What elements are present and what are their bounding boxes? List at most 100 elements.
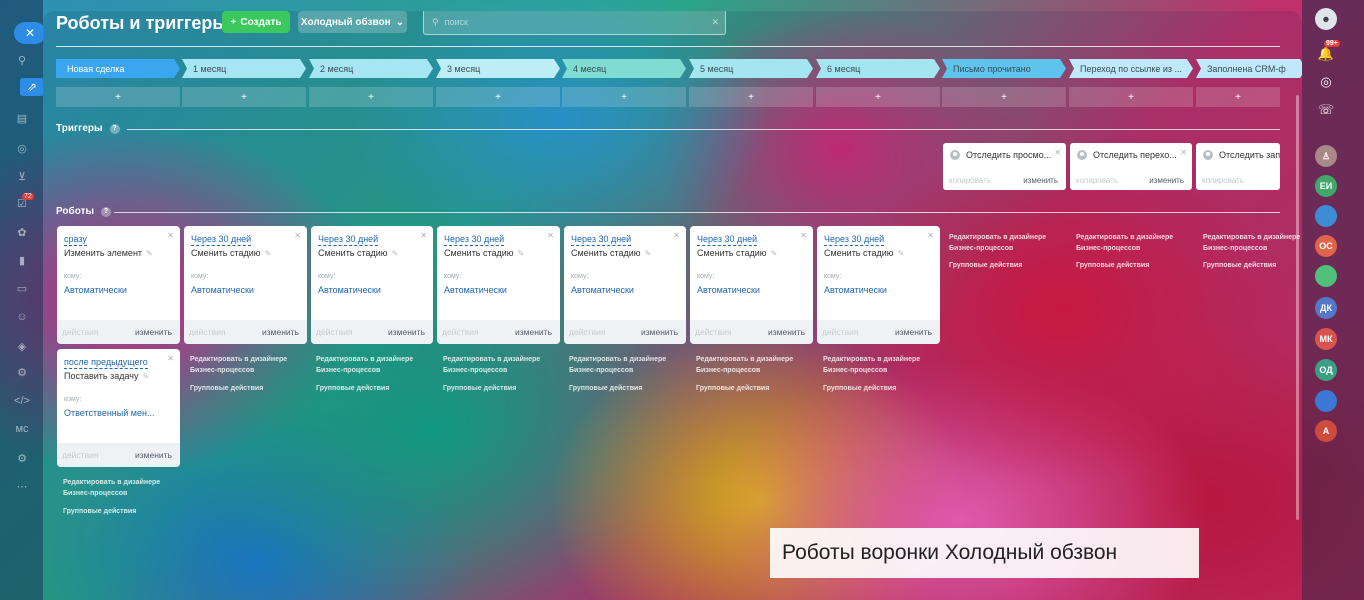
stage-2[interactable]: 2 месяц [309,59,433,78]
contact-avatar[interactable] [1315,205,1337,227]
robot-delay[interactable]: Через 30 дней [444,234,505,246]
close-icon[interactable]: ✕ [673,231,680,240]
robot-card[interactable]: Через 30 дней ✕ Сменить стадию ✎ кому: Ав… [437,226,560,344]
search-input[interactable]: ⚲ поиск ✕ [423,11,726,35]
contact-avatar[interactable] [1315,265,1337,287]
designer-link[interactable]: Редактировать в дизайнере Бизнес-процессо… [190,354,287,376]
close-icon[interactable]: ✕ [294,231,301,240]
trigger-card[interactable]: Отследить перехо... ✕ копировать изменить [1070,143,1192,190]
designer-link[interactable]: Редактировать в дизайнере Бизнес-процессо… [823,354,920,376]
funnel-select[interactable]: Холодный обзвон ⌄ [298,11,407,33]
pencil-icon[interactable]: ✎ [645,249,652,258]
external-link-icon[interactable]: ⇗ [20,78,44,96]
designer-link[interactable]: Редактировать в дизайнере Бизнес-процессо… [569,354,666,376]
robot-responsible[interactable]: Ответственный мен... [64,408,154,418]
market-icon[interactable]: мс [14,422,30,436]
group-actions-link[interactable]: Групповые действия [569,385,642,392]
close-icon[interactable]: ✕ [420,231,427,240]
pencil-icon[interactable]: ✎ [771,249,778,258]
add-stage-button[interactable]: + [1069,87,1193,107]
robot-responsible[interactable]: Автоматически [697,285,760,295]
edit-link[interactable]: изменить [262,327,299,337]
designer-link[interactable]: Редактировать в дизайнере Бизнес-процессо… [443,354,540,376]
group-actions-link[interactable]: Групповые действия [190,385,263,392]
stage-9[interactable]: Заполнена CRM-ф [1196,59,1302,78]
shop-icon[interactable]: ▤ [14,112,30,126]
add-stage-button[interactable]: + [56,87,180,107]
contact-avatar[interactable]: ♙ [1315,145,1337,167]
robot-card[interactable]: Через 30 дней ✕ Сменить стадию ✎ кому: Ав… [564,226,686,344]
close-icon[interactable]: ✕ [927,231,934,240]
add-stage-button[interactable]: + [816,87,940,107]
designer-link[interactable]: Редактировать в дизайнере Бизнес-процессо… [63,477,160,499]
robot-responsible[interactable]: Автоматически [444,285,507,295]
group-actions-link[interactable]: Групповые действия [696,385,769,392]
stage-1[interactable]: 1 месяц [182,59,306,78]
create-button[interactable]: + Создать [222,11,290,33]
stage-5[interactable]: 5 месяц [689,59,813,78]
chat-icon[interactable]: ☏ [1316,100,1336,120]
stage-8[interactable]: Переход по ссылке из ... [1069,59,1193,78]
robot-card[interactable]: Через 30 дней ✕ Сменить стадию ✎ кому: Ав… [817,226,940,344]
contact-avatar[interactable]: ЕИ [1315,175,1337,197]
contact-avatar[interactable]: ОД [1315,359,1337,381]
copy-link[interactable]: копировать [1076,176,1118,185]
edit-link[interactable]: изменить [768,327,805,337]
stage-7[interactable]: Письмо прочитано [942,59,1066,78]
designer-link[interactable]: Редактировать в дизайнере Бизнес-процессо… [949,232,1046,254]
help-icon[interactable]: ? [109,123,120,134]
robot-card[interactable]: Через 30 дней ✕ Сменить стадию ✎ кому: Ав… [184,226,307,344]
link-icon[interactable]: ⚲ [14,54,30,68]
actions-link[interactable]: действия [822,327,858,337]
close-icon[interactable]: ✕ [167,231,174,240]
pencil-icon[interactable]: ✎ [146,249,153,258]
bell-icon[interactable]: 🔔 [1316,44,1336,64]
contact-avatar[interactable] [1315,390,1337,412]
actions-link[interactable]: действия [62,327,98,337]
robot-delay[interactable]: после предыдущего [64,357,148,369]
pencil-icon[interactable]: ✎ [392,249,399,258]
edit-link[interactable]: изменить [135,450,172,460]
designer-link[interactable]: Редактировать в дизайнере Бизнес-процессо… [1203,232,1300,254]
designer-link[interactable]: Редактировать в дизайнере Бизнес-процессо… [316,354,413,376]
contact-avatar[interactable]: А [1315,420,1337,442]
group-actions-link[interactable]: Групповые действия [1076,262,1149,269]
edit-link[interactable]: изменить [1023,176,1058,185]
robot-responsible[interactable]: Автоматически [571,285,634,295]
trigger-card[interactable]: Отследить просмо... ✕ копировать изменить [943,143,1066,190]
robot-delay[interactable]: Через 30 дней [318,234,379,246]
robot-card[interactable]: Через 30 дней ✕ Сменить стадию ✎ кому: Ав… [690,226,813,344]
edit-link[interactable]: изменить [641,327,678,337]
edit-link[interactable]: изменить [1149,176,1184,185]
group-actions-link[interactable]: Групповые действия [949,262,1022,269]
pencil-icon[interactable]: ✎ [265,249,272,258]
stage-3[interactable]: 3 месяц [436,59,560,78]
group-actions-link[interactable]: Групповые действия [316,385,389,392]
add-stage-button[interactable]: + [309,87,433,107]
actions-link[interactable]: действия [189,327,225,337]
copy-link[interactable]: копировать [1202,176,1244,185]
add-stage-button[interactable]: + [436,87,560,107]
close-icon[interactable]: ✕ [1054,148,1061,157]
edit-link[interactable]: изменить [515,327,552,337]
robot-delay[interactable]: Через 30 дней [697,234,758,246]
robot-responsible[interactable]: Автоматически [824,285,887,295]
robot-responsible[interactable]: Автоматически [318,285,381,295]
robot-delay[interactable]: Через 30 дней [824,234,885,246]
user-avatar[interactable]: ☻ [1315,8,1337,30]
robot-card[interactable]: сразу ✕ Изменить элемент ✎ кому: Автомати… [57,226,180,344]
actions-link[interactable]: действия [569,327,605,337]
designer-link[interactable]: Редактировать в дизайнере Бизнес-процессо… [1076,232,1173,254]
marketing-icon[interactable]: ◈ [14,340,30,354]
robot-card[interactable]: после предыдущего ✕ Поставить задачу ✎ ко… [57,349,180,467]
add-stage-button[interactable]: + [689,87,813,107]
close-icon[interactable]: ✕ [167,354,174,363]
close-icon[interactable]: ✕ [800,231,807,240]
add-stage-button[interactable]: + [562,87,686,107]
close-icon[interactable]: ✕ [547,231,554,240]
stage-0[interactable]: Новая сделка [56,59,180,78]
target-icon[interactable]: ◎ [14,142,30,156]
add-stage-button[interactable]: + [942,87,1066,107]
help-icon[interactable]: ? [101,206,112,217]
more-icon[interactable]: ⋯ [14,480,30,494]
